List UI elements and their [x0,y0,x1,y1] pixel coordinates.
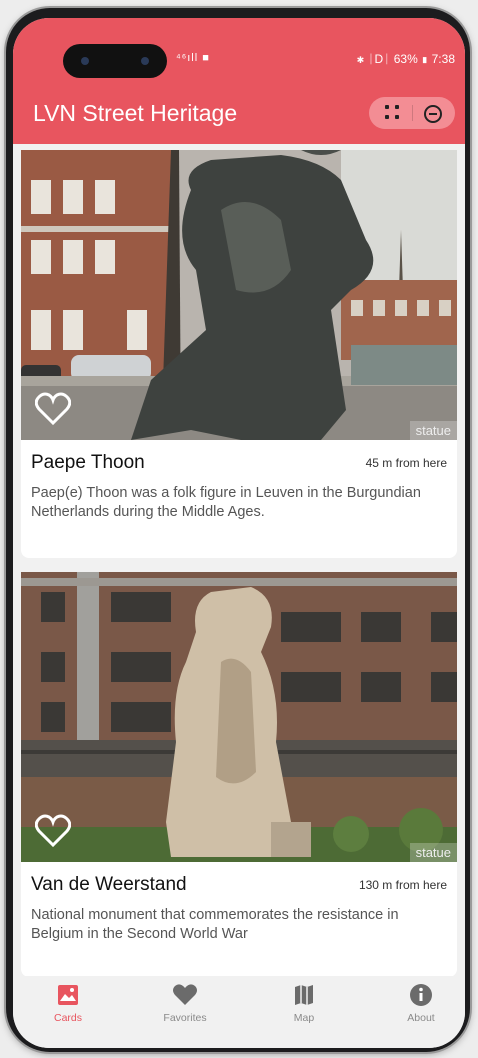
app-header: LVN Street Heritage [13,88,465,144]
heart-outline-icon[interactable] [35,392,71,426]
nav-map[interactable]: Map [259,982,349,1024]
card-photo: statue [21,572,457,862]
signal-icons: ⁴⁶ıll ■ [176,52,210,64]
image-icon [58,985,78,1005]
info-icon [410,984,432,1006]
heart-icon [173,984,197,1005]
distance-label: 45 m from here [365,456,447,470]
status-right: ✱ ᛁDᛁ 63% ▮ 7:38 [356,52,455,66]
app-screen: ⁴⁶ıll ■ ✱ ᛁDᛁ 63% ▮ 7:38 LVN Street Heri… [13,18,465,1048]
nav-label: About [407,1012,435,1024]
card-title: Van de Weerstand [31,874,187,895]
card-title: Paepe Thoon [31,452,145,473]
page-title: LVN Street Heritage [33,100,238,126]
card-photo: statue [21,150,457,440]
type-tag: statue [409,843,457,862]
status-bar: ⁴⁶ıll ■ ✱ ᛁDᛁ 63% ▮ 7:38 [13,18,465,88]
nav-label: Cards [53,1012,82,1024]
heritage-card[interactable]: statue Paepe Thoon 45 m from here Paep(e… [21,150,457,558]
close-circle-icon[interactable] [424,105,442,123]
camera-cutout [63,44,167,78]
card-description: National monument that commemorates the … [31,907,399,942]
nav-label: Map [293,1012,315,1024]
heritage-card[interactable]: statue Van de Weerstand 130 m from here … [21,572,457,976]
card-description: Paep(e) Thoon was a folk figure in Leuve… [31,485,421,520]
nav-favorites[interactable]: Favorites [140,982,230,1024]
map-icon [295,985,313,1005]
mini-program-capsule [369,97,455,129]
distance-label: 130 m from here [358,878,447,892]
nav-label: Favorites [163,1012,207,1024]
nav-about[interactable]: About [376,982,465,1024]
heart-outline-icon[interactable] [35,814,71,848]
nav-cards[interactable]: Cards [23,982,113,1024]
type-tag: statue [409,421,457,440]
more-dots-icon[interactable] [385,105,401,121]
bottom-nav: Cards Favorites Map About [13,976,465,1048]
card-list[interactable]: statue Paepe Thoon 45 m from here Paep(e… [13,144,465,976]
